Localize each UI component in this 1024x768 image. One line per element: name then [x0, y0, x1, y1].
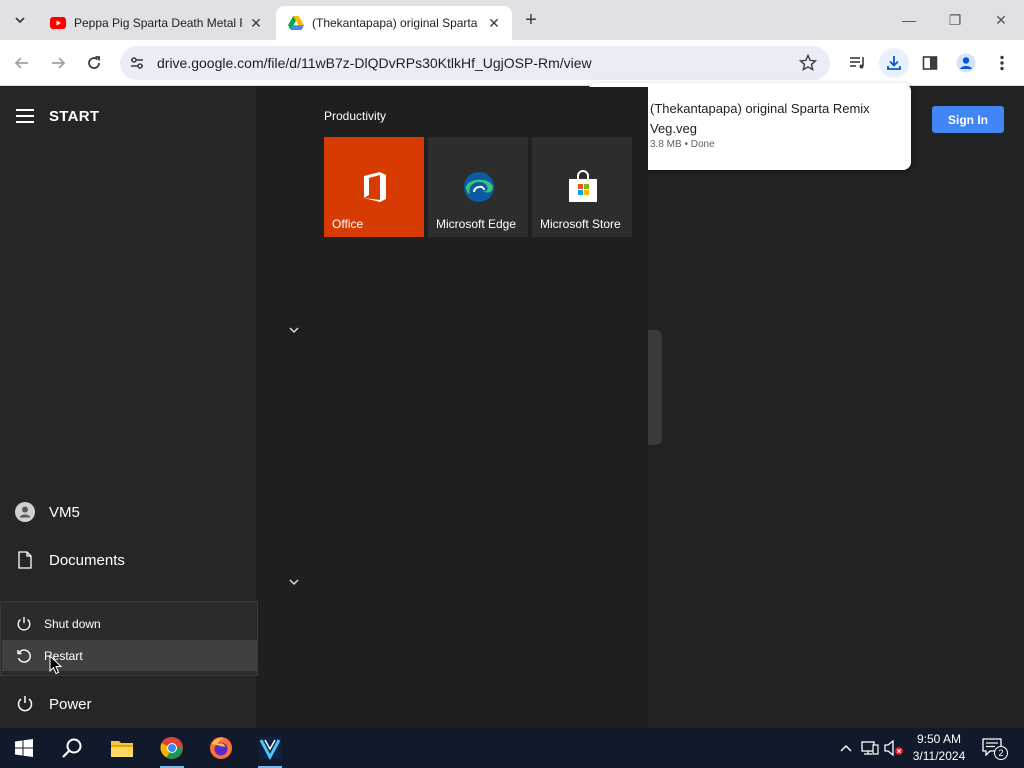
browser-toolbar: drive.google.com/file/d/11wB7z-DlQDvRPs3… — [0, 40, 1024, 86]
media-control-icon[interactable] — [845, 50, 871, 76]
firefox-icon — [210, 737, 232, 759]
power-icon — [14, 614, 34, 634]
volume-muted-icon[interactable] — [884, 738, 904, 758]
chevron-down-icon[interactable] — [287, 575, 301, 589]
arrow-right-icon — [52, 57, 66, 69]
folder-icon — [111, 741, 133, 757]
documents-item[interactable]: Documents — [0, 538, 256, 582]
hamburger-menu-icon[interactable] — [16, 109, 34, 123]
youtube-icon — [50, 15, 66, 31]
tile-microsoft-store[interactable]: Microsoft Store — [532, 137, 632, 237]
tile-label: Office — [332, 217, 364, 231]
side-panel-icon[interactable] — [917, 50, 943, 76]
back-button[interactable] — [9, 50, 35, 76]
chevron-down-icon — [15, 17, 25, 24]
chrome-menu-icon[interactable] — [989, 50, 1015, 76]
network-icon[interactable] — [860, 738, 880, 758]
scrollbar-thumb[interactable] — [648, 330, 662, 445]
system-clock[interactable]: 9:50 AM 3/11/2024 — [908, 731, 970, 765]
minimize-button[interactable]: — — [886, 0, 932, 40]
tab-title: Peppa Pig Sparta Death Metal Rem — [74, 16, 242, 30]
power-options-flyout: Shut down Restart — [0, 601, 258, 676]
sign-in-button[interactable]: Sign In — [932, 106, 1004, 133]
power-label: Power — [49, 695, 92, 713]
windows-logo-icon — [15, 739, 33, 757]
shutdown-option[interactable]: Shut down — [2, 608, 257, 639]
vegas-button[interactable] — [246, 728, 294, 768]
site-settings-icon[interactable] — [126, 52, 148, 74]
tab-search-button[interactable] — [8, 8, 32, 32]
taskbar: 9:50 AM 3/11/2024 2 — [0, 728, 1024, 768]
power-icon — [14, 693, 36, 715]
tile-microsoft-edge[interactable]: Microsoft Edge — [428, 137, 528, 237]
tab-title: (Thekantapapa) original Sparta R — [312, 16, 480, 30]
documents-label: Documents — [49, 551, 125, 569]
close-tab-icon[interactable]: ✕ — [486, 15, 502, 31]
clock-time: 9:50 AM — [916, 732, 962, 746]
notification-count-badge: 2 — [994, 746, 1008, 760]
drive-viewer-page — [648, 87, 1024, 728]
browser-tab-strip: Peppa Pig Sparta Death Metal Rem ✕ (Thek… — [0, 0, 1024, 40]
start-title: START — [49, 108, 100, 125]
download-icon — [887, 56, 901, 70]
forward-button[interactable] — [45, 50, 71, 76]
start-button[interactable] — [0, 728, 48, 768]
mouse-cursor-icon — [49, 655, 63, 675]
download-filename[interactable]: (Thekantapapa) original Sparta Remix Veg… — [650, 99, 890, 139]
search-icon — [62, 738, 82, 758]
shutdown-label: Shut down — [44, 616, 101, 631]
vegas-icon — [259, 737, 281, 760]
arrow-left-icon — [14, 57, 28, 69]
action-center-button[interactable]: 2 — [982, 738, 1008, 760]
close-tab-icon[interactable]: ✕ — [248, 15, 264, 31]
tile-label: Microsoft Store — [540, 217, 621, 231]
show-hidden-icons-chevron[interactable] — [836, 738, 856, 758]
tile-office[interactable]: Office — [324, 137, 424, 237]
downloads-button[interactable] — [879, 48, 909, 78]
new-tab-button[interactable]: + — [520, 9, 542, 31]
bookmark-star-icon[interactable] — [798, 53, 818, 73]
user-name: VM5 — [49, 503, 80, 521]
user-account-item[interactable]: VM5 — [0, 490, 256, 534]
store-icon — [569, 170, 597, 202]
firefox-button[interactable] — [197, 728, 245, 768]
search-button[interactable] — [48, 728, 96, 768]
reload-icon — [88, 56, 100, 69]
chrome-button[interactable] — [148, 728, 196, 768]
restart-option[interactable]: Restart — [2, 640, 257, 671]
file-explorer-button[interactable] — [98, 728, 146, 768]
tab-youtube[interactable]: Peppa Pig Sparta Death Metal Rem ✕ — [38, 6, 274, 40]
tile-label: Microsoft Edge — [436, 217, 517, 231]
edge-icon — [464, 172, 494, 202]
user-icon — [14, 501, 36, 523]
close-window-button[interactable]: ✕ — [978, 0, 1024, 40]
chevron-down-icon[interactable] — [287, 323, 301, 337]
tab-google-drive[interactable]: (Thekantapapa) original Sparta R ✕ — [276, 6, 512, 40]
document-icon — [14, 549, 36, 571]
clock-date: 3/11/2024 — [912, 749, 966, 763]
power-item[interactable]: Power — [0, 682, 256, 726]
reload-button[interactable] — [81, 50, 107, 76]
office-icon — [364, 172, 386, 202]
tile-group-label: Productivity — [324, 109, 387, 123]
address-bar[interactable]: drive.google.com/file/d/11wB7z-DlQDvRPs3… — [120, 46, 830, 80]
restore-button[interactable]: ❐ — [932, 0, 978, 40]
restart-icon — [14, 646, 34, 666]
url-text[interactable]: drive.google.com/file/d/11wB7z-DlQDvRPs3… — [157, 55, 592, 71]
download-status: 3.8 MB • Done — [650, 139, 715, 150]
chrome-icon — [160, 736, 183, 759]
start-menu: START VM5 Documents Power Shut down Rest… — [0, 87, 648, 728]
google-drive-icon — [288, 15, 304, 31]
profile-avatar-icon[interactable] — [953, 50, 979, 76]
